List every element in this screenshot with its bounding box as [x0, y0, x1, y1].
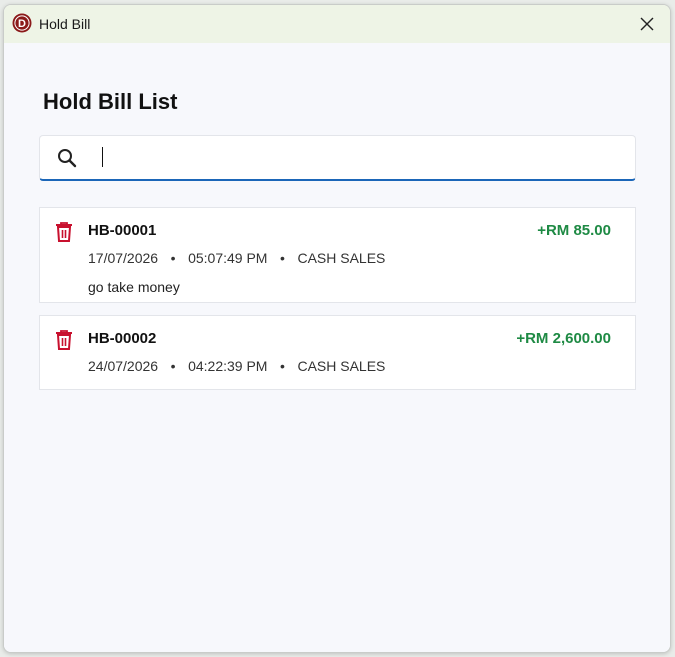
close-icon [640, 17, 654, 31]
window-title: Hold Bill [39, 16, 91, 32]
bill-note: go take money [88, 279, 180, 295]
page-title: Hold Bill List [43, 89, 178, 114]
meta-separator: • [170, 250, 176, 266]
bill-time: 05:07:49 PM [188, 250, 268, 266]
search-box[interactable] [39, 135, 636, 181]
meta-separator: • [170, 358, 176, 374]
bill-amount: +RM 2,600.00 [516, 330, 611, 347]
hold-bill-window: D Hold Bill Hold Bill List HB-00001 +RM … [3, 4, 671, 653]
search-icon [58, 149, 77, 168]
bill-type: CASH SALES [297, 358, 386, 374]
bill-time: 04:22:39 PM [188, 358, 268, 374]
app-logo-letter: D [18, 18, 26, 30]
bill-date: 17/07/2026 [88, 250, 159, 266]
content-area: Hold Bill List HB-00001 +RM 85.00 17/07/… [4, 43, 670, 652]
bill-meta: 17/07/2026 • 05:07:49 PM • CASH SALES [88, 250, 385, 266]
bill-date: 24/07/2026 [88, 358, 159, 374]
bill-id: HB-00002 [88, 330, 157, 347]
text-caret [102, 147, 103, 167]
delete-trash-icon[interactable] [54, 329, 74, 351]
delete-trash-icon[interactable] [54, 221, 74, 243]
bill-card[interactable]: HB-00002 +RM 2,600.00 24/07/2026 • 04:22… [39, 315, 636, 390]
close-button[interactable] [634, 11, 660, 37]
app-logo-icon: D [12, 13, 32, 33]
bill-amount: +RM 85.00 [537, 222, 611, 239]
title-bar: D Hold Bill [4, 5, 670, 43]
meta-separator: • [280, 358, 285, 374]
bill-meta: 24/07/2026 • 04:22:39 PM • CASH SALES [88, 358, 385, 374]
bill-card[interactable]: HB-00001 +RM 85.00 17/07/2026 • 05:07:49… [39, 207, 636, 303]
meta-separator: • [280, 250, 285, 266]
bill-type: CASH SALES [297, 250, 386, 266]
search-input[interactable] [98, 144, 622, 174]
bill-id: HB-00001 [88, 222, 157, 239]
